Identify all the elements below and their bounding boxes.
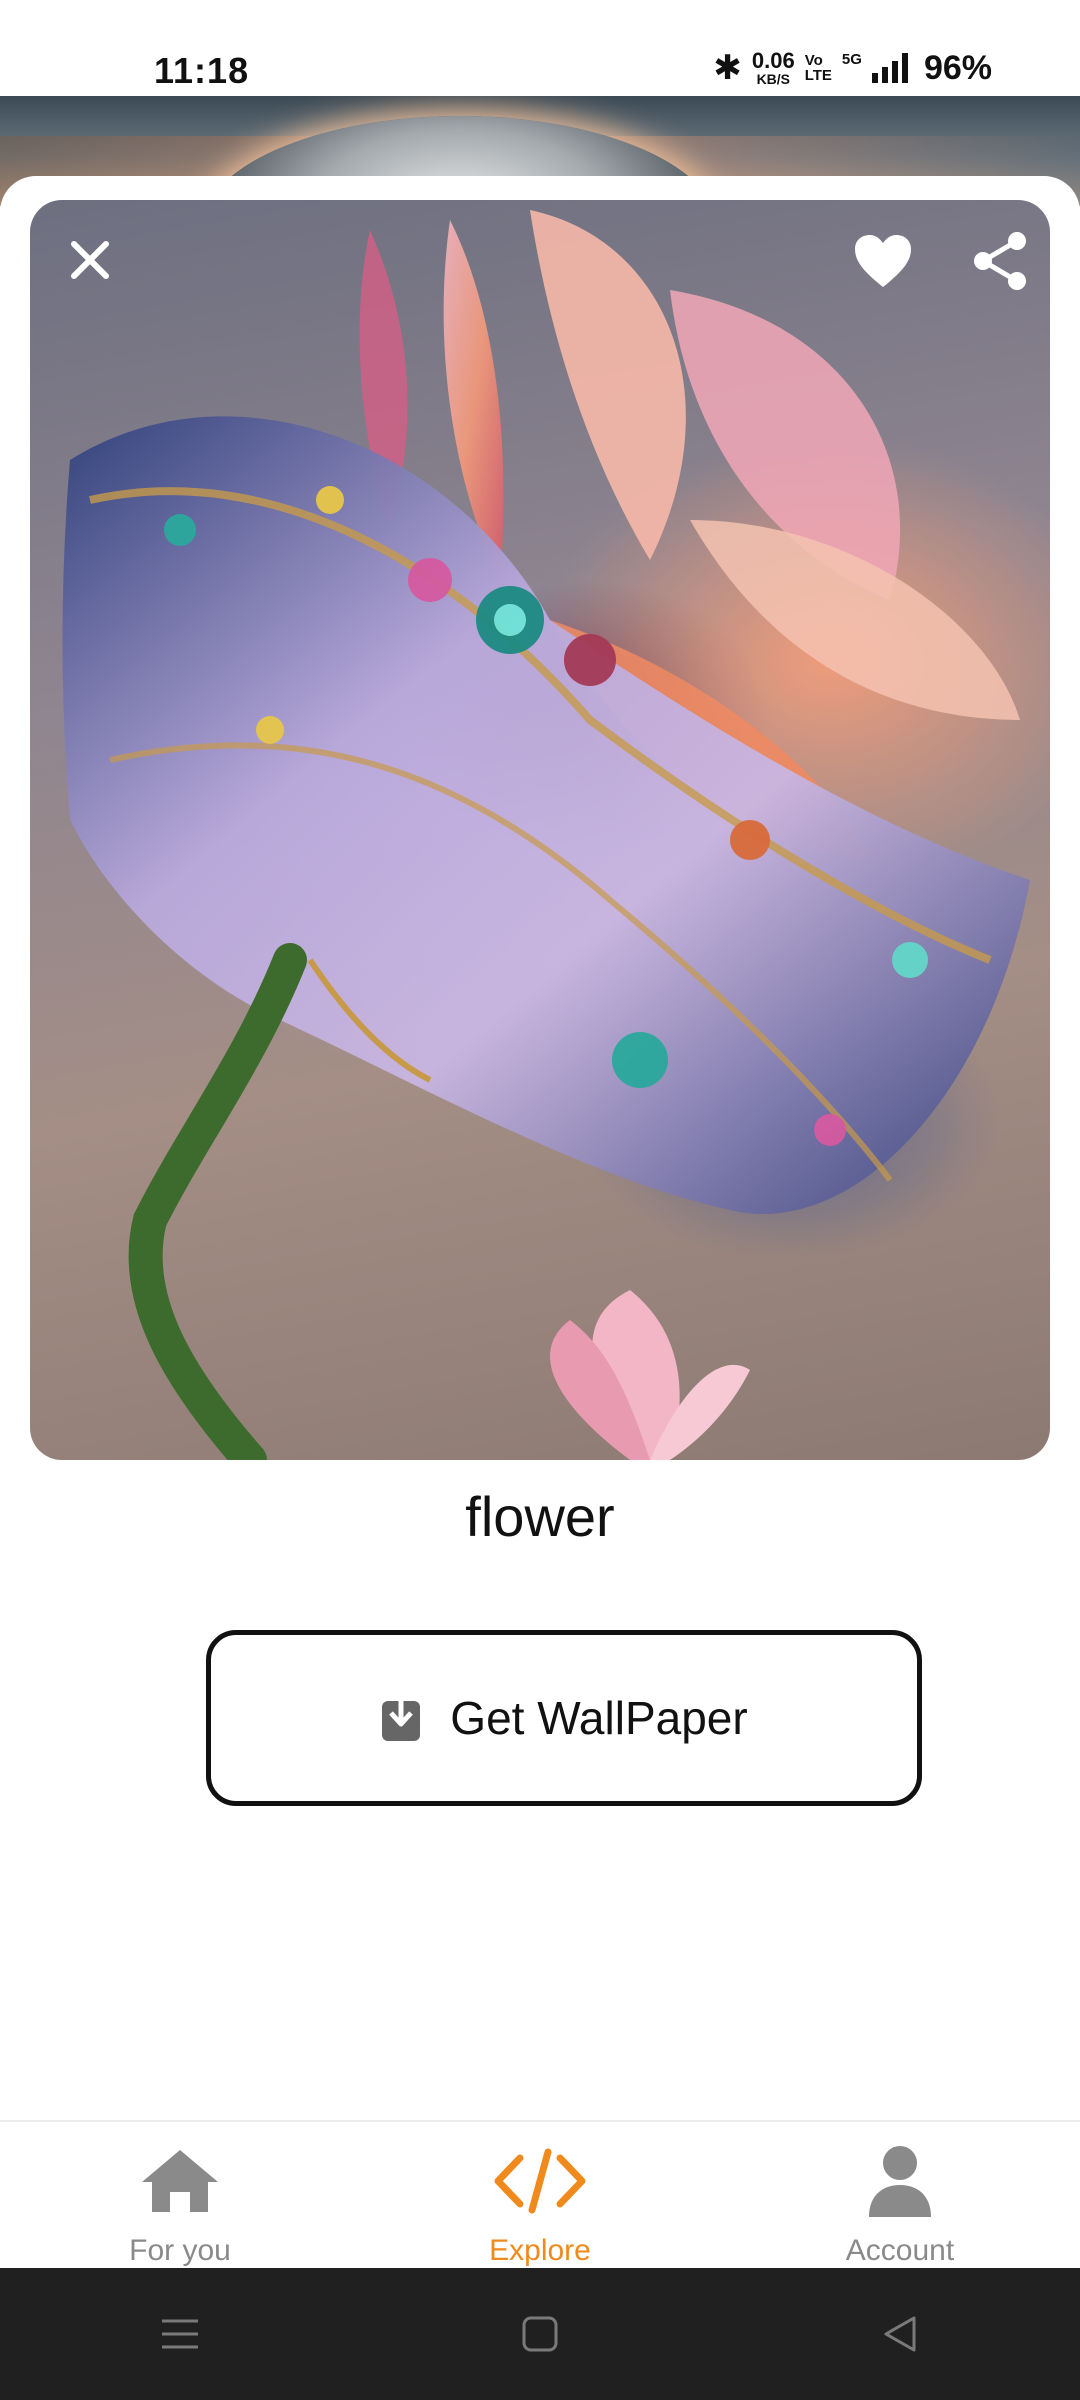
nav-explore[interactable]: Explore bbox=[390, 2122, 690, 2270]
volte-top: Vo bbox=[804, 52, 823, 69]
network-type: 5G bbox=[841, 50, 862, 68]
wallpaper-preview bbox=[30, 200, 1050, 1460]
net-speed-unit: KB/S bbox=[756, 71, 791, 87]
nav-for-you-label: For you bbox=[129, 2234, 231, 2267]
favorite-button[interactable] bbox=[850, 228, 916, 294]
get-wallpaper-label: Get WallPaper bbox=[450, 1692, 748, 1744]
status-time: 11:18 bbox=[154, 50, 250, 91]
heart-icon bbox=[855, 235, 911, 287]
close-button[interactable] bbox=[60, 230, 120, 290]
share-icon bbox=[974, 232, 1026, 290]
person-icon bbox=[869, 2146, 931, 2217]
battery-level: 96% bbox=[923, 48, 992, 87]
net-speed: 0.06 KB/S bbox=[751, 48, 795, 87]
back-triangle-icon bbox=[884, 2316, 916, 2352]
menu-icon bbox=[162, 2319, 198, 2349]
code-icon bbox=[494, 2148, 586, 2214]
bottom-navigation: For you Explore Account bbox=[0, 2120, 1080, 2268]
home-icon bbox=[142, 2150, 218, 2212]
home-square-icon bbox=[522, 2316, 558, 2352]
screen: 11:18 ✱ 0.06 KB/S Vo LTE 5G 96% flower G… bbox=[0, 0, 1080, 2400]
net-speed-value: 0.06 bbox=[751, 48, 795, 73]
nav-for-you[interactable]: For you bbox=[30, 2122, 330, 2270]
volte-indicator: Vo LTE bbox=[805, 53, 832, 83]
volte-bottom: LTE bbox=[804, 67, 832, 84]
nav-account-label: Account bbox=[845, 2234, 955, 2267]
status-icons: ✱ 0.06 KB/S Vo LTE 5G 96% bbox=[713, 48, 992, 88]
download-icon bbox=[382, 1695, 421, 1741]
share-button[interactable] bbox=[968, 228, 1034, 294]
back-button[interactable] bbox=[840, 2284, 960, 2384]
umbrella-artwork bbox=[62, 210, 1030, 1460]
bluetooth-icon: ✱ bbox=[713, 49, 742, 87]
status-bar: 11:18 ✱ 0.06 KB/S Vo LTE 5G 96% bbox=[0, 0, 1080, 96]
system-navigation-bar bbox=[0, 2268, 1080, 2400]
nav-account[interactable]: Account bbox=[750, 2122, 1050, 2270]
wallpaper-title: flower bbox=[465, 1485, 615, 1548]
home-button[interactable] bbox=[480, 2284, 600, 2384]
get-wallpaper-button[interactable]: Get WallPaper bbox=[206, 1630, 922, 1806]
signal-icon bbox=[871, 53, 908, 83]
close-icon bbox=[71, 241, 109, 279]
recent-apps-button[interactable] bbox=[120, 2284, 240, 2384]
nav-explore-label: Explore bbox=[489, 2234, 591, 2267]
